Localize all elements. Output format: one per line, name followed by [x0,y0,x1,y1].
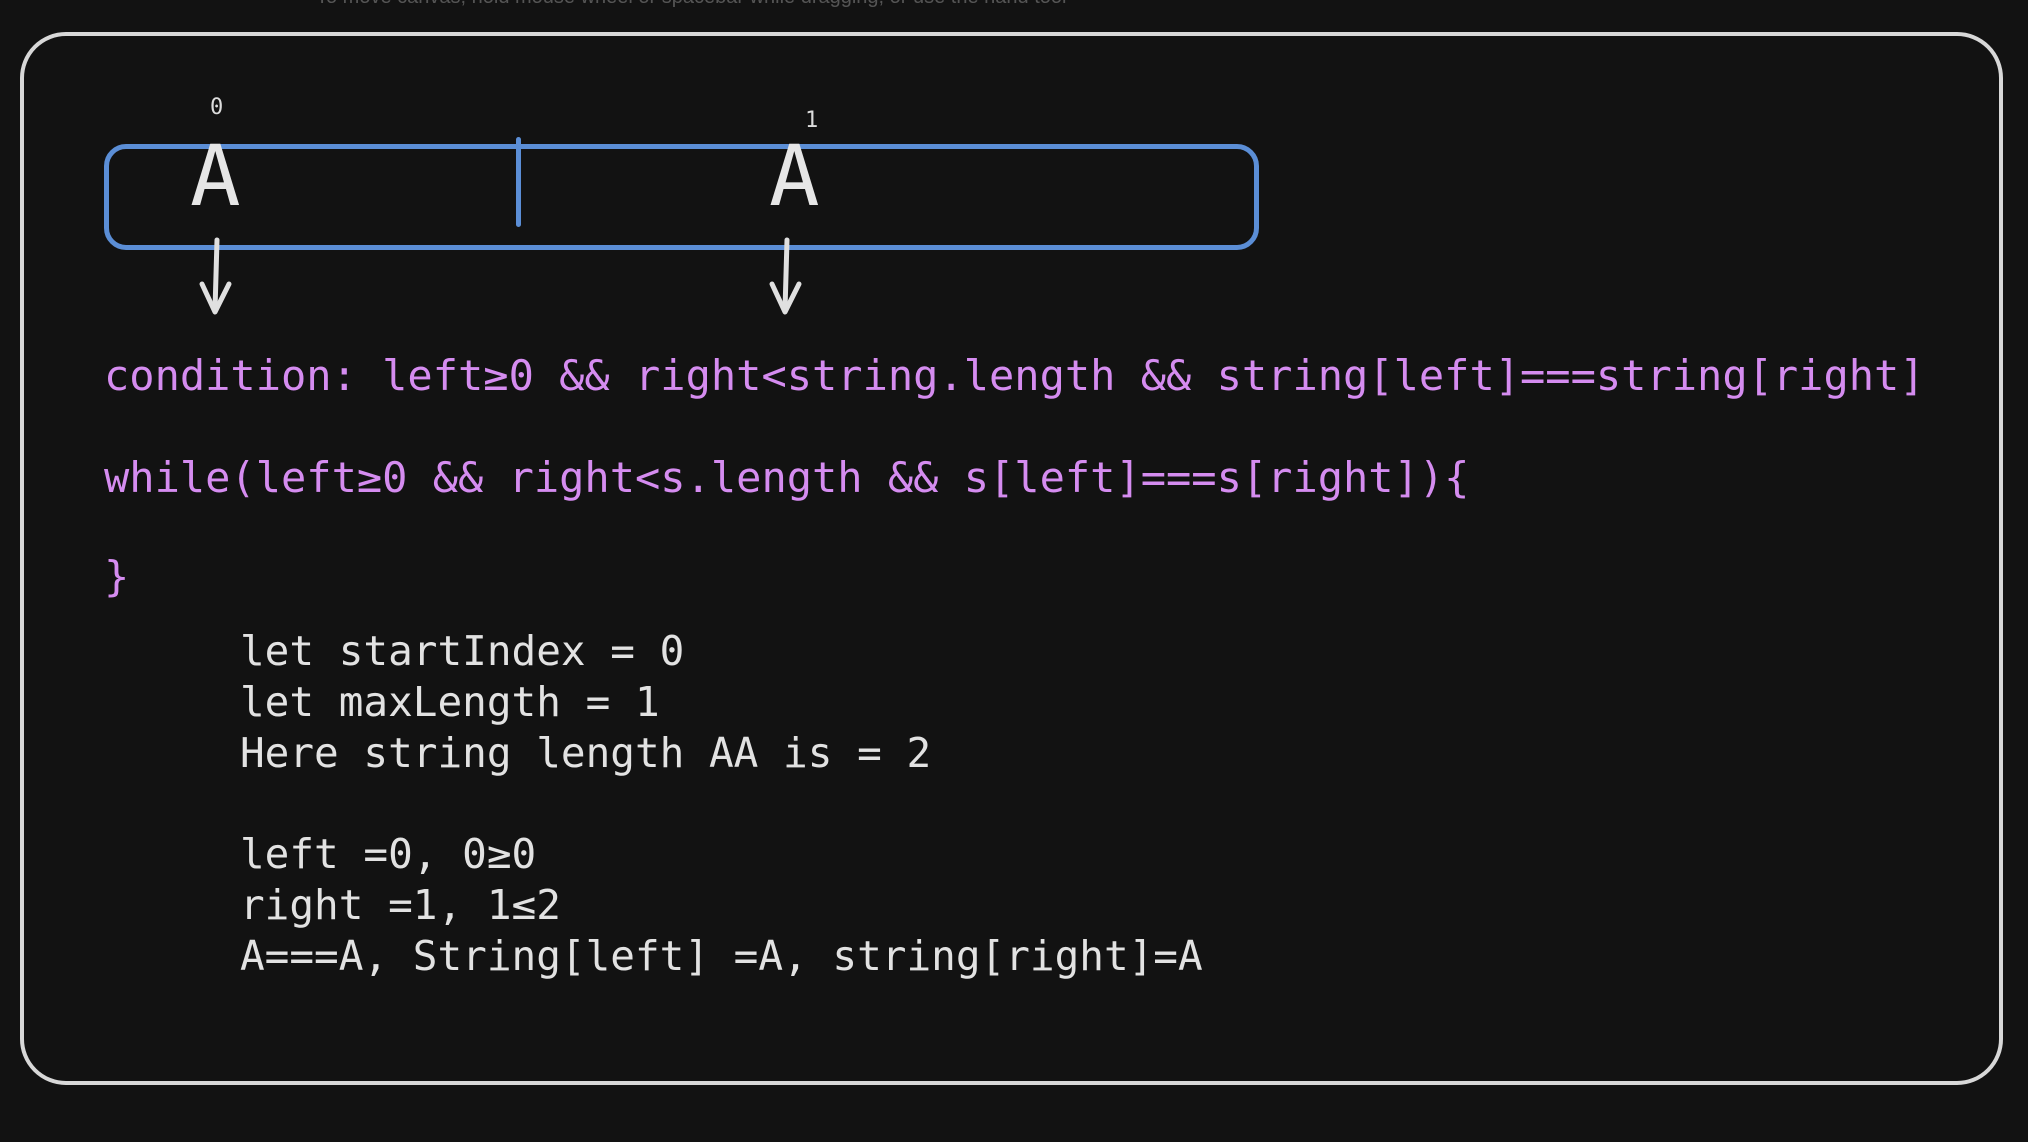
array-index-0: 0 [210,95,224,120]
while-loop-close: } [104,552,130,601]
condition-text: condition: left≥0 && right<string.length… [104,351,1925,400]
array-cell-1-char: A [769,127,820,225]
code-line-char-compare: A===A, String[left] =A, string[right]=A [240,932,1203,980]
code-line-left-check: left =0, 0≥0 [240,830,537,878]
while-loop-open: while(left≥0 && right<s.length && s[left… [104,453,1470,502]
array-box [104,144,1259,250]
code-line-max-length: let maxLength = 1 [240,678,660,726]
array-divider [516,137,521,227]
array-cell-0-char: A [190,127,241,225]
code-line-string-length: Here string length AA is = 2 [240,729,932,777]
code-line-right-check: right =1, 1≤2 [240,881,561,929]
canvas-hint-text: To move canvas, hold mouse wheel or spac… [316,0,1066,9]
code-line-start-index: let startIndex = 0 [240,627,685,675]
